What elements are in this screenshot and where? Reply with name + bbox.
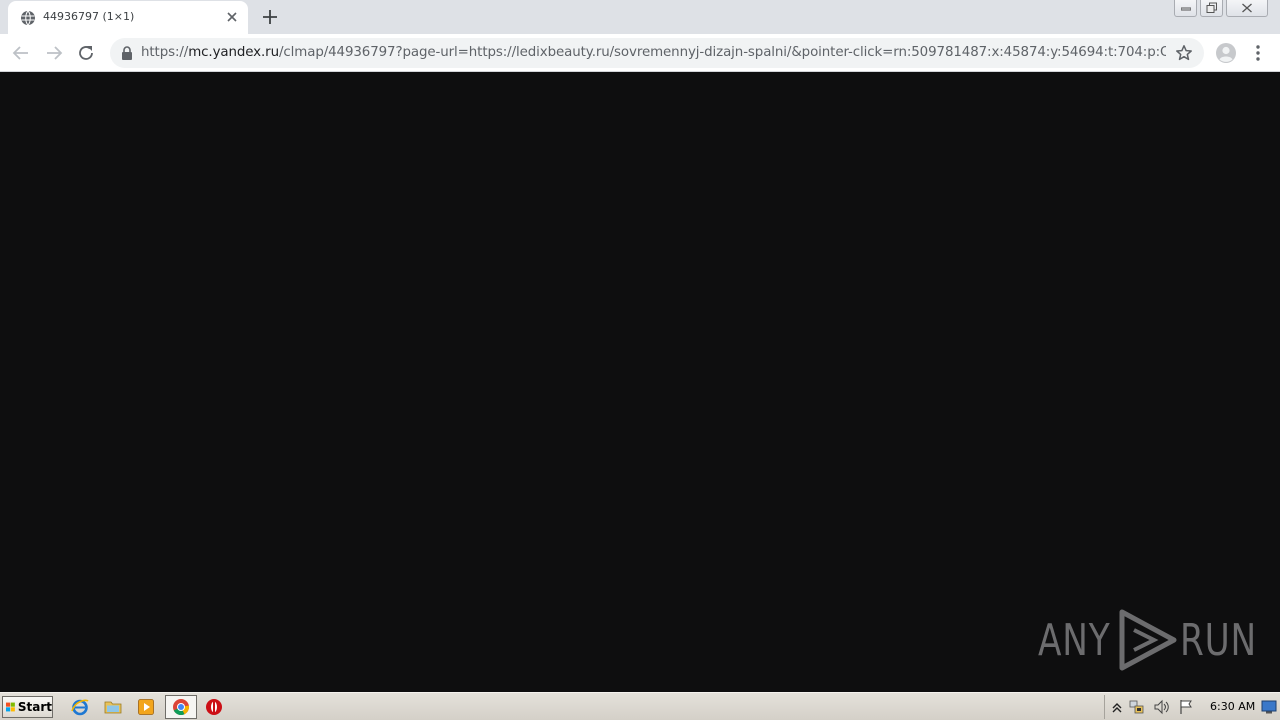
minimize-button[interactable]	[1174, 0, 1197, 17]
browser-tab[interactable]: 44936797 (1×1)	[8, 1, 248, 34]
tab-title: 44936797 (1×1)	[43, 10, 135, 23]
lock-icon[interactable]	[121, 46, 133, 60]
restore-button[interactable]	[1200, 0, 1223, 17]
taskbar-chrome-button[interactable]	[165, 695, 197, 719]
system-tray: 6:30 AM	[1104, 695, 1280, 719]
globe-icon	[21, 10, 35, 26]
kebab-menu-icon[interactable]	[1250, 43, 1266, 63]
browser-toolbar: https://mc.yandex.ru/clmap/44936797?page…	[0, 34, 1280, 72]
show-hidden-icon[interactable]	[1109, 699, 1125, 715]
flag-icon[interactable]	[1178, 699, 1194, 715]
star-icon[interactable]	[1175, 44, 1193, 62]
url-path: /clmap/44936797?page-url=https://ledixbe…	[278, 45, 1166, 60]
windows-logo-icon	[6, 702, 15, 712]
url-host: mc.yandex.ru	[188, 45, 279, 60]
ie-icon[interactable]	[71, 698, 89, 716]
minimize-icon	[1180, 7, 1191, 11]
folder-icon[interactable]	[104, 698, 122, 716]
forward-arrow-icon[interactable]	[44, 43, 64, 63]
anyrun-watermark: ANY RUN	[1038, 608, 1279, 672]
reload-icon[interactable]	[76, 43, 96, 63]
restore-icon	[1206, 2, 1217, 13]
address-bar[interactable]: https://mc.yandex.ru/clmap/44936797?page…	[110, 38, 1204, 68]
network-icon[interactable]	[1129, 699, 1145, 715]
watermark-text-right: RUN	[1180, 614, 1257, 666]
volume-icon[interactable]	[1153, 699, 1169, 715]
tab-strip: 44936797 (1×1)	[0, 0, 1280, 34]
profile-icon[interactable]	[1215, 42, 1237, 64]
start-label: Start	[17, 700, 52, 714]
window-controls	[1174, 0, 1268, 17]
play-logo-icon	[1119, 609, 1177, 671]
close-tab-icon[interactable]	[224, 9, 240, 25]
opera-icon[interactable]	[205, 698, 223, 716]
close-icon	[1242, 3, 1252, 13]
media-player-icon[interactable]	[137, 698, 155, 716]
clock[interactable]: 6:30 AM	[1210, 700, 1255, 713]
page-content: ANY RUN	[0, 72, 1280, 692]
url-text[interactable]: https://mc.yandex.ru/clmap/44936797?page…	[141, 45, 1166, 60]
watermark-text-left: ANY	[1038, 614, 1111, 666]
url-scheme: https://	[141, 45, 189, 60]
chrome-icon	[173, 699, 190, 716]
taskbar: Start 6:30 AM	[0, 692, 1280, 720]
start-button[interactable]: Start	[2, 696, 53, 718]
display-icon[interactable]	[1261, 699, 1277, 715]
close-window-button[interactable]	[1226, 0, 1268, 17]
back-arrow-icon[interactable]	[11, 43, 31, 63]
new-tab-icon[interactable]	[260, 7, 280, 27]
